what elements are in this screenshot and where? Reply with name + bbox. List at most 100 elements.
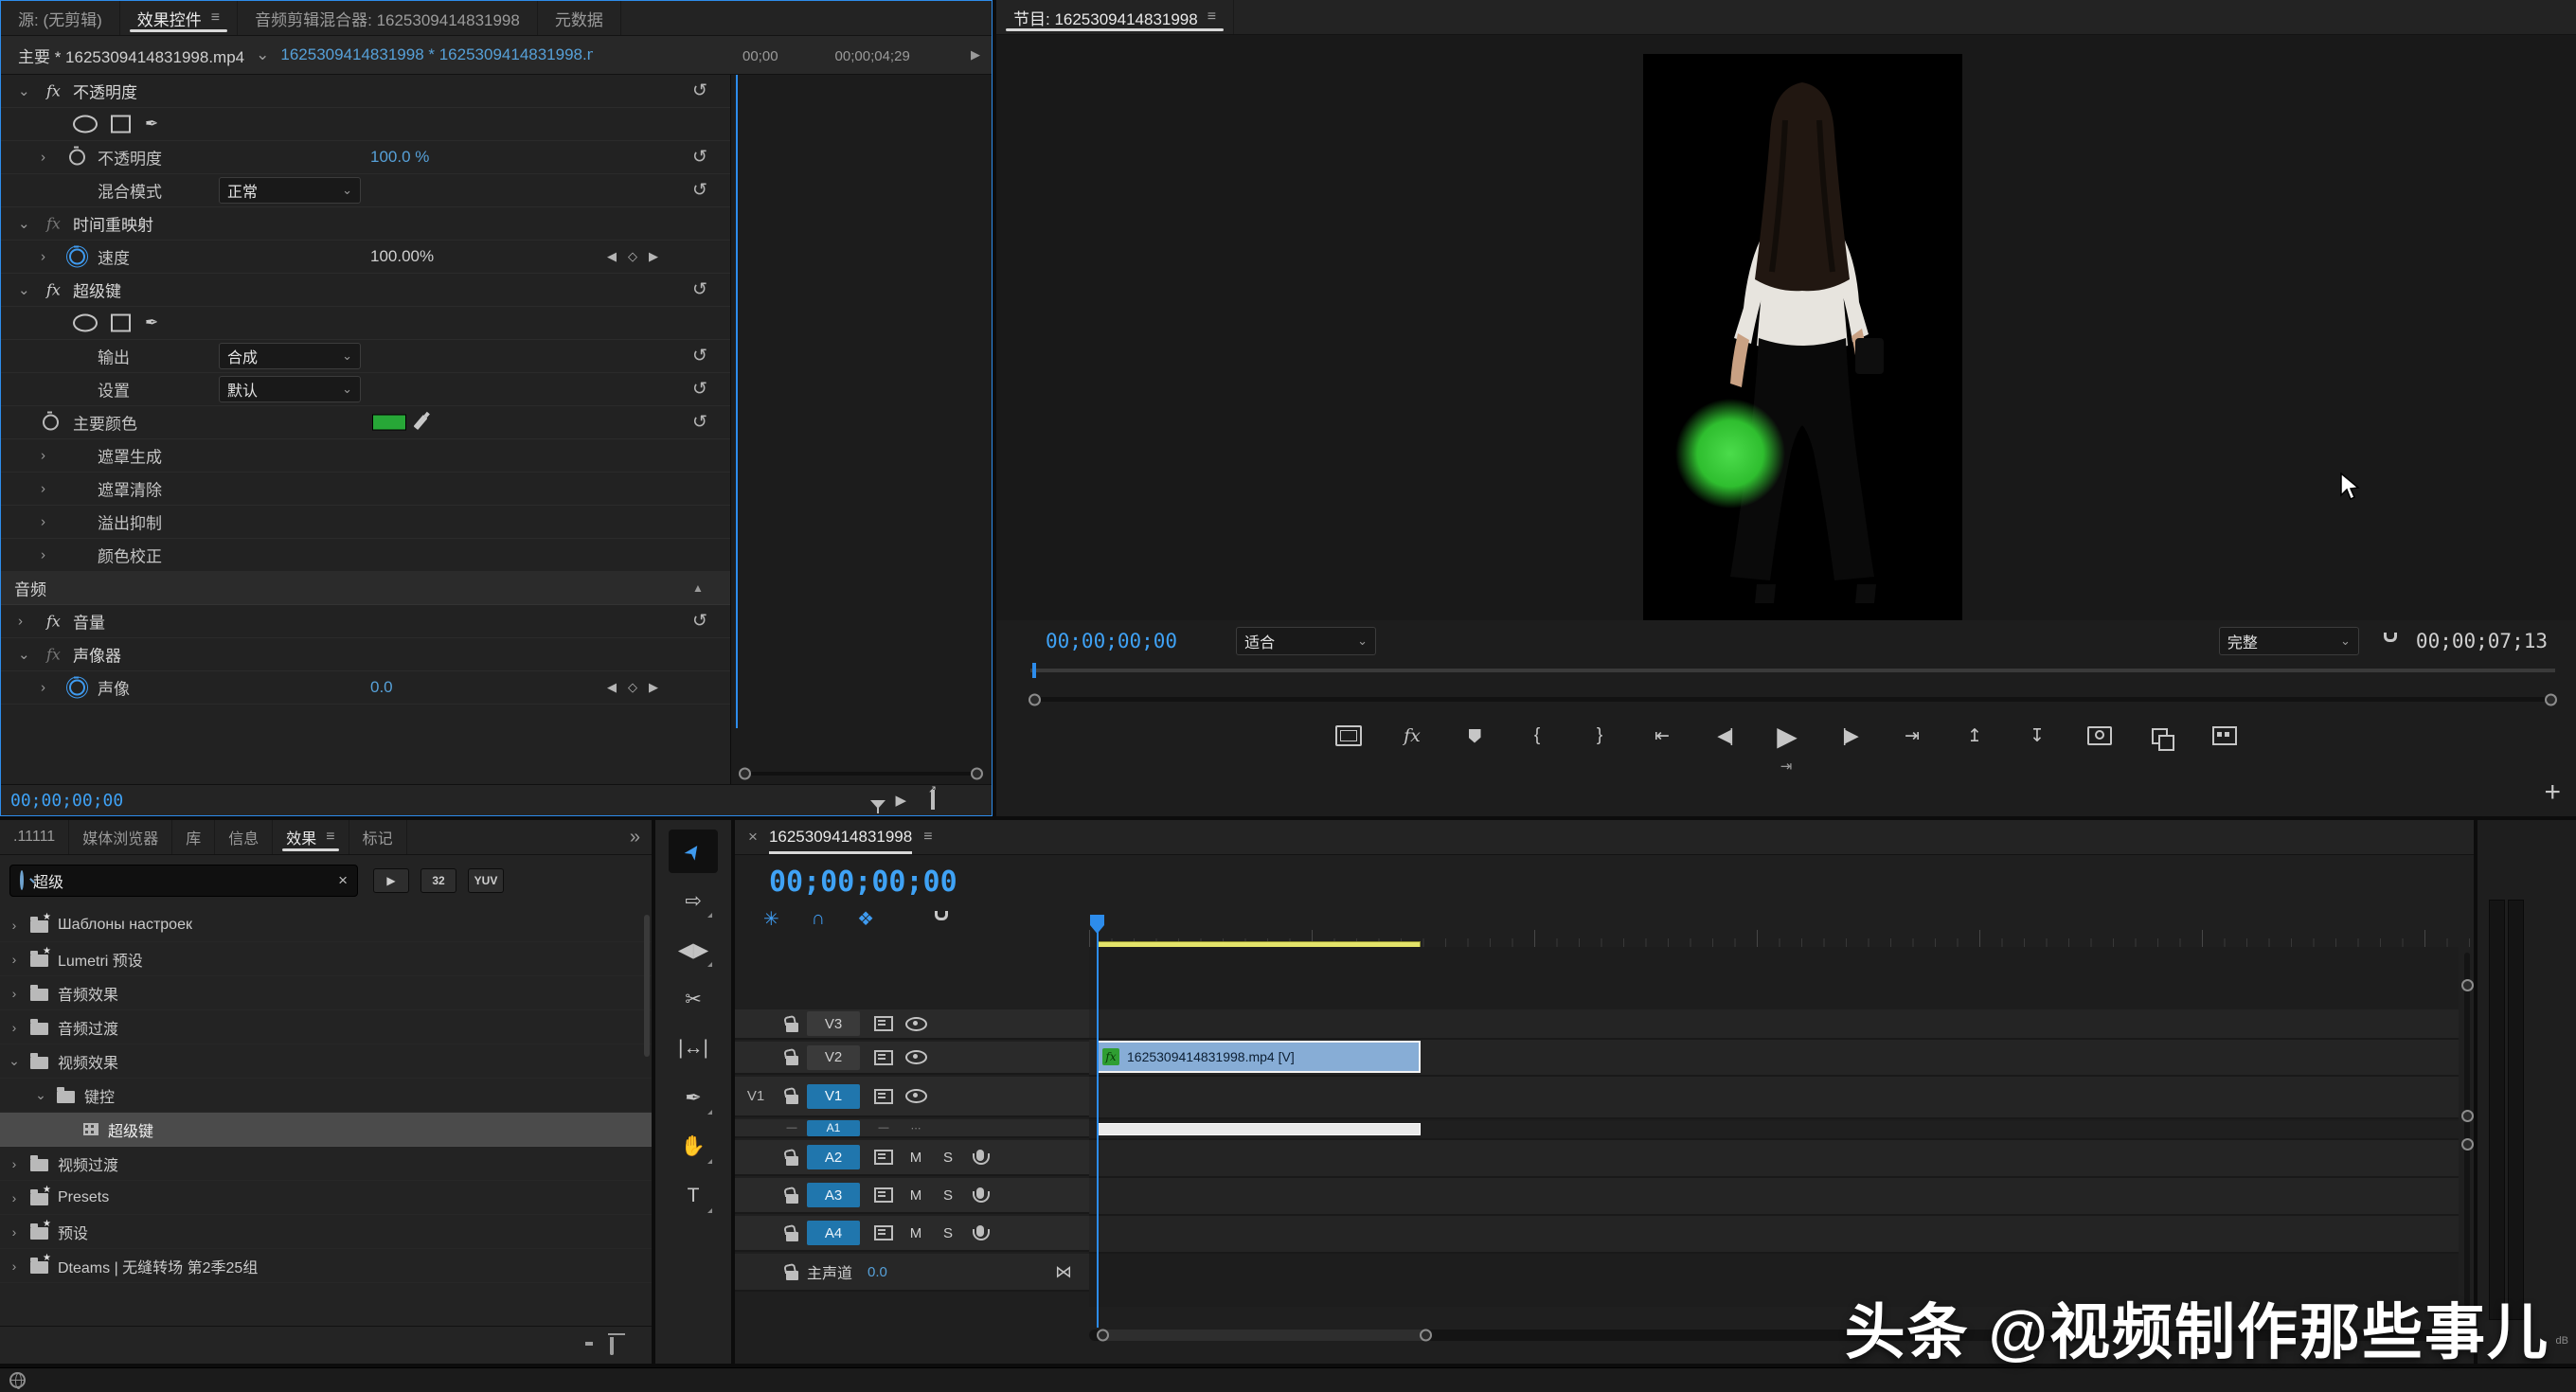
disclosure-arrow-icon[interactable]: › xyxy=(8,1190,21,1205)
yuv-badge[interactable]: YUV xyxy=(468,868,504,893)
timeline-vertical-scrollbar[interactable] xyxy=(2464,953,2470,1307)
track-target-a2[interactable]: A2 xyxy=(807,1145,860,1169)
sync-lock-icon[interactable] xyxy=(868,1225,900,1240)
disclosure-arrow-icon[interactable]: ⌄ xyxy=(8,1053,21,1069)
row-matte-generation[interactable]: › 遮罩生成 xyxy=(1,439,730,473)
lane-a2[interactable] xyxy=(1089,1140,2459,1178)
reset-icon[interactable]: ↺ xyxy=(692,279,707,301)
row-spill-suppression[interactable]: › 溢出抑制 xyxy=(1,506,730,539)
linked-selection-icon[interactable]: ❖ xyxy=(857,907,874,931)
track-target-v1[interactable]: V1 xyxy=(807,1084,860,1109)
playback-resolution-select[interactable]: 完整 ⌄ xyxy=(2219,627,2359,655)
row-opacity-param[interactable]: › 不透明度 100.0 % ↺ xyxy=(1,141,730,174)
row-panner-group[interactable]: ⌄ fx 声像器 xyxy=(1,638,730,671)
sequence-clip-label[interactable]: 1625309414831998 * 1625309414831998.mp4 xyxy=(280,45,593,64)
fx-icon[interactable]: fx xyxy=(46,82,61,100)
source-patch-v1[interactable]: V1 xyxy=(735,1088,777,1104)
row-matte-cleanup[interactable]: › 遮罩清除 xyxy=(1,473,730,506)
stopwatch-icon[interactable] xyxy=(69,150,85,166)
panel-menu-icon[interactable]: ≡ xyxy=(1208,9,1216,26)
lane-a4[interactable] xyxy=(1089,1216,2459,1254)
audio-clip[interactable] xyxy=(1097,1123,1421,1135)
solo-button[interactable]: S xyxy=(932,1225,964,1241)
lane-a3[interactable] xyxy=(1089,1178,2459,1216)
stopwatch-icon[interactable] xyxy=(43,415,59,431)
bin-audio-transitions[interactable]: › 音频过渡 xyxy=(0,1010,652,1044)
insert-overwrite-icon[interactable]: ✳ xyxy=(763,907,779,931)
add-keyframe-icon[interactable]: ◇ xyxy=(628,680,637,695)
disclosure-arrow-icon[interactable]: › xyxy=(8,918,21,933)
sync-lock-icon[interactable] xyxy=(868,1187,900,1203)
blend-mode-select[interactable]: 正常⌄ xyxy=(219,177,361,204)
razor-tool[interactable]: ✂ xyxy=(669,977,718,1021)
chevron-right-icon[interactable]: › xyxy=(41,448,45,464)
speed-value[interactable]: 100.00% xyxy=(370,247,434,266)
track-target-a4[interactable]: A4 xyxy=(807,1221,860,1245)
panel-menu-icon[interactable]: ≡ xyxy=(211,9,220,27)
track-output-eye-icon[interactable] xyxy=(900,1089,932,1103)
bin-lumetri-presets[interactable]: › Lumetri 预设 xyxy=(0,942,652,976)
row-opacity-group[interactable]: ⌄ fx 不透明度 ↺ xyxy=(1,75,730,108)
search-input[interactable]: 超级 × xyxy=(9,865,358,897)
add-keyframe-icon[interactable]: ◇ xyxy=(628,249,637,264)
panel-tab[interactable]: 库 ≡ xyxy=(172,820,215,854)
video-clip[interactable]: fx 1625309414831998.mp4 [V] xyxy=(1097,1041,1421,1073)
disclosure-arrow-icon[interactable]: › xyxy=(8,1258,21,1274)
chevron-down-icon[interactable]: ⌄ xyxy=(18,646,30,663)
mute-button[interactable]: M xyxy=(900,1150,932,1166)
prev-keyframe-icon[interactable]: ◀ xyxy=(607,249,617,264)
rect-mask-icon[interactable] xyxy=(111,314,131,332)
row-speed[interactable]: › 速度 100.00% ◀ ◇ ▶ xyxy=(1,241,730,274)
stopwatch-icon[interactable] xyxy=(69,249,85,265)
go-to-in-icon[interactable]: ⇤ xyxy=(1650,722,1674,750)
panel-tab[interactable]: 媒体浏览器 ≡ xyxy=(69,820,172,854)
reset-icon[interactable]: ↺ xyxy=(692,346,707,367)
av-drag-handle-icon[interactable]: ⇥ xyxy=(996,758,2576,775)
trash-icon[interactable] xyxy=(610,1337,614,1354)
lock-icon[interactable] xyxy=(777,1150,807,1166)
row-time-remap-group[interactable]: ⌄ fx 时间重映射 xyxy=(1,207,730,241)
export-settings-icon[interactable] xyxy=(931,792,935,809)
type-tool[interactable]: T xyxy=(669,1174,718,1218)
sequence-tab[interactable]: 1625309414831998 xyxy=(769,828,912,847)
bin-keying[interactable]: ⌄ 键控 xyxy=(0,1079,652,1113)
zoom-level-select[interactable]: 适合 ⌄ xyxy=(1236,627,1376,655)
disclosure-arrow-icon[interactable]: ⌄ xyxy=(34,1087,47,1103)
scrub-playhead[interactable] xyxy=(1032,663,1036,678)
collapse-icon[interactable]: ▲ xyxy=(692,581,704,595)
chevron-down-icon[interactable]: ⌄ xyxy=(18,215,30,232)
effect-mini-timeline[interactable]: 00;00 00;00;04;29 xyxy=(730,75,993,785)
step-forward-icon[interactable]: |▶ xyxy=(1837,722,1862,750)
ellipse-mask-icon[interactable] xyxy=(73,116,98,134)
chevron-down-icon[interactable]: ⌄ xyxy=(18,82,30,99)
track-header-v1[interactable]: V1 V1 xyxy=(735,1077,1089,1117)
lock-icon[interactable] xyxy=(777,1264,807,1280)
track-target-v2[interactable]: V2 xyxy=(807,1045,860,1070)
chevron-right-icon[interactable]: › xyxy=(18,614,23,630)
accelerated-effects-badge[interactable]: ▶ xyxy=(373,868,409,893)
chevron-right-icon[interactable]: › xyxy=(41,680,45,696)
lane-v3[interactable] xyxy=(1089,1009,2459,1040)
mini-playhead[interactable] xyxy=(736,75,738,728)
button-editor-icon[interactable] xyxy=(2212,722,2237,750)
reset-icon[interactable]: ↺ xyxy=(692,611,707,633)
sync-lock-icon[interactable] xyxy=(868,1016,900,1031)
program-scrub-bar[interactable] xyxy=(1030,669,2555,672)
chevron-right-icon[interactable]: › xyxy=(41,249,45,265)
track-header-a4[interactable]: A4 M S xyxy=(735,1216,1089,1252)
mini-scrollbar[interactable] xyxy=(741,772,981,776)
master-gain-value[interactable]: 0.0 xyxy=(868,1264,887,1280)
ellipse-mask-icon[interactable] xyxy=(73,314,98,332)
chevron-down-icon[interactable]: ⌄ xyxy=(244,45,280,64)
disclosure-arrow-icon[interactable]: › xyxy=(8,952,21,967)
solo-button[interactable]: S xyxy=(932,1150,964,1166)
stopwatch-icon[interactable] xyxy=(69,680,85,696)
timeline-timecode[interactable]: 00;00;00;00 xyxy=(769,866,957,899)
timeline-ruler[interactable] xyxy=(1089,879,2474,947)
safe-margins-icon[interactable] xyxy=(1335,722,1362,750)
panel-menu-icon[interactable]: ≡ xyxy=(326,829,334,846)
chevron-down-icon[interactable]: ⌄ xyxy=(18,281,30,298)
track-header-master[interactable]: 主声道 0.0 ⋈ xyxy=(735,1254,1089,1292)
bin-video-effects[interactable]: ⌄ 视频效果 xyxy=(0,1044,652,1079)
disclosure-arrow-icon[interactable]: › xyxy=(8,1224,21,1240)
